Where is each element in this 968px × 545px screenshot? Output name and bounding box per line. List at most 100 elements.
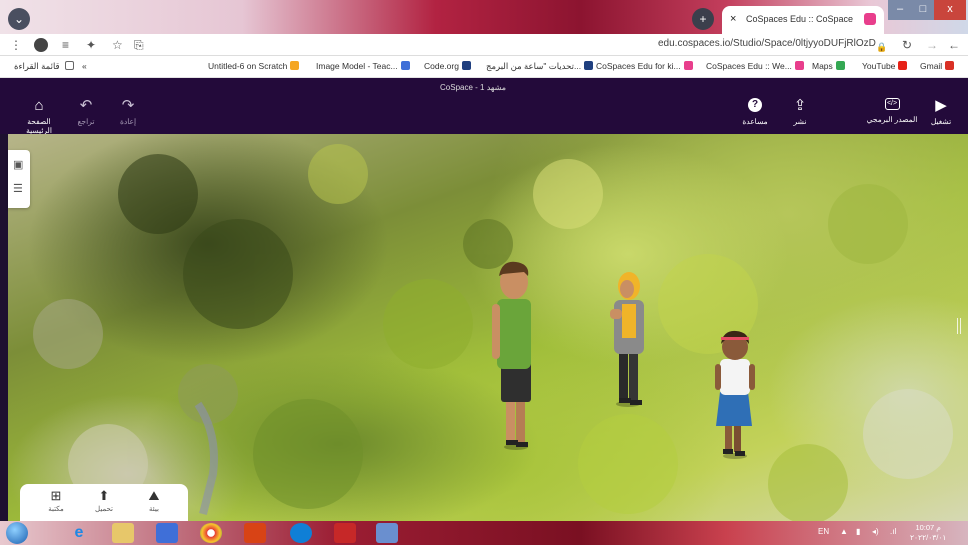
- 3d-scene-viewport[interactable]: [8, 134, 968, 521]
- reading-list-bookmark[interactable]: قائمة القراءة: [14, 61, 74, 72]
- paint-icon[interactable]: [376, 523, 398, 543]
- browser-tab-active[interactable]: × CoSpaces Edu :: CoSpace: [722, 6, 884, 34]
- reload-button[interactable]: ↻: [902, 37, 912, 53]
- reading-list-icon[interactable]: ≡: [62, 37, 69, 53]
- clock-date: ٢٠٢٢/٠٣/٠١: [910, 533, 947, 542]
- cospaces-favicon-icon: [864, 13, 876, 25]
- bookmark-item[interactable]: Untitled-6 on Scratch: [208, 61, 300, 71]
- window-controls: – □ x: [888, 0, 968, 20]
- url-field[interactable]: edu.cospaces.io/Studio/Space/0ltjyyoDUFj…: [658, 38, 876, 49]
- bookmark-item[interactable]: تحديات "ساعة من البرمج...: [486, 61, 594, 72]
- home-label: الصفحة الرئيسية: [26, 117, 52, 135]
- bookmark-item[interactable]: CoSpaces Edu :: We...: [706, 61, 804, 71]
- library-label: مكتبة: [48, 506, 64, 513]
- minimize-button[interactable]: –: [888, 0, 912, 20]
- screen: ⌄ + × CoSpaces Edu :: CoSpace – □ x ⋮ ≡ …: [0, 0, 968, 545]
- tab-search-icon[interactable]: ⌄: [8, 8, 30, 30]
- chrome-icon[interactable]: [200, 523, 222, 543]
- forward-button[interactable]: →: [926, 37, 938, 53]
- gmail-icon: [945, 61, 955, 70]
- play-icon: ▶: [935, 97, 947, 114]
- presentation-icon[interactable]: [244, 523, 266, 543]
- bookmark-star-icon[interactable]: ☆: [112, 37, 123, 53]
- share-page-icon[interactable]: ⎘: [134, 37, 144, 53]
- home-icon: ⌂: [34, 97, 44, 114]
- space-title: CoSpace - مشهد 1: [440, 83, 507, 92]
- upload-button[interactable]: ⬆ تحميل: [86, 488, 122, 513]
- language-indicator[interactable]: EN: [818, 527, 829, 536]
- maps-icon: [835, 61, 845, 70]
- media-app-icon[interactable]: [156, 523, 178, 543]
- character-boy[interactable]: [492, 261, 531, 450]
- play-button[interactable]: ▶ تشغيل: [928, 97, 954, 127]
- show-hidden-icons-icon[interactable]: ▲: [840, 527, 848, 536]
- share-label: نشر: [793, 117, 807, 126]
- bookmark-item[interactable]: Code.org: [424, 61, 471, 71]
- library-button[interactable]: ⊞ مكتبة: [38, 488, 74, 513]
- scratch-icon: [290, 61, 300, 70]
- help-button[interactable]: ? مساعدة: [738, 98, 772, 126]
- redo-button[interactable]: ↷ إعادة: [116, 97, 140, 127]
- reading-list-icon: [64, 61, 74, 70]
- help-label: مساعدة: [742, 117, 768, 126]
- volume-icon[interactable]: ◂): [872, 527, 879, 536]
- bookmark-item[interactable]: Maps: [812, 61, 845, 71]
- browser-menu-icon[interactable]: ⋮: [10, 37, 22, 53]
- redo-icon: ↷: [121, 97, 135, 114]
- environment-button[interactable]: ⛰ بيئة: [136, 488, 172, 513]
- pdf-reader-icon[interactable]: [334, 523, 356, 543]
- character-woman[interactable]: [610, 272, 644, 407]
- extensions-icon[interactable]: ✦: [86, 37, 96, 53]
- tab-title: CoSpaces Edu :: CoSpace: [746, 14, 854, 24]
- browser-title-bar: ⌄ + × CoSpaces Edu :: CoSpace – □ x: [0, 0, 968, 34]
- network-icon[interactable]: ▮: [856, 527, 860, 536]
- share-icon: ⇪: [793, 97, 807, 114]
- profile-avatar[interactable]: [34, 38, 48, 52]
- code-org-icon: [461, 61, 471, 70]
- system-clock[interactable]: 10:07 م ٢٠٢٢/٠٣/٠١: [910, 523, 946, 543]
- reading-list-label: قائمة القراءة: [14, 61, 60, 71]
- lock-icon[interactable]: 🔒: [876, 39, 887, 55]
- environment-label: بيئة: [149, 506, 159, 513]
- code-org-icon: [584, 61, 594, 70]
- upload-label: تحميل: [95, 506, 113, 513]
- play-label: تشغيل: [930, 117, 952, 126]
- redo-label: إعادة: [119, 117, 137, 126]
- upload-icon: ⬆: [98, 488, 110, 503]
- resize-handle[interactable]: [957, 318, 961, 334]
- windows-taskbar: e EN ▲ ▮ ◂) .ıl 10:07 م ٢٠٢٢/٠٣/٠١: [0, 521, 968, 545]
- code-button[interactable]: </> المصدر البرمجي: [866, 98, 918, 124]
- library-panel: ⊞ مكتبة ⬆ تحميل ⛰ بيئة: [20, 484, 188, 521]
- maximize-button[interactable]: □: [912, 0, 934, 20]
- gallery-icon[interactable]: ▣: [13, 158, 23, 171]
- undo-icon: ↶: [79, 97, 93, 114]
- object-list-icon[interactable]: ☰: [13, 182, 23, 195]
- undo-label: تراجع: [77, 117, 95, 126]
- address-bar: ⋮ ≡ ✦ ☆ ⎘ edu.cospaces.io/Studio/Space/0…: [0, 34, 968, 56]
- start-button[interactable]: [6, 522, 28, 544]
- bookmark-item[interactable]: Gmail: [920, 61, 955, 71]
- scene-artwork: [33, 144, 953, 521]
- edge-icon[interactable]: [290, 523, 312, 543]
- home-button[interactable]: ⌂ الصفحة الرئيسية: [14, 97, 64, 136]
- new-tab-button[interactable]: +: [692, 8, 714, 30]
- signal-icon[interactable]: .ıl: [890, 527, 896, 536]
- environment-icon: ⛰: [148, 488, 160, 503]
- teachable-machine-icon: [400, 61, 410, 70]
- clock-time: 10:07 م: [915, 523, 941, 532]
- close-window-button[interactable]: x: [934, 0, 966, 20]
- bookmark-item[interactable]: Image Model - Teac...: [316, 61, 410, 71]
- bookmark-item[interactable]: CoSpaces Edu for ki...: [596, 61, 693, 71]
- back-button[interactable]: ←: [948, 37, 960, 53]
- internet-explorer-icon[interactable]: e: [68, 523, 90, 543]
- tab-close-button[interactable]: ×: [730, 6, 736, 32]
- help-icon: ?: [748, 98, 762, 112]
- cospaces-icon: [683, 61, 693, 70]
- bookmarks-overflow-chevron[interactable]: «: [82, 61, 87, 71]
- bookmark-item[interactable]: YouTube: [862, 61, 908, 71]
- undo-button[interactable]: ↶ تراجع: [74, 97, 98, 127]
- library-icon: ⊞: [50, 488, 62, 503]
- cospaces-toolbar: CoSpace - مشهد 1 ⌂ الصفحة الرئيسية ↶ ترا…: [0, 78, 968, 136]
- share-button[interactable]: ⇪ نشر: [788, 97, 812, 127]
- file-explorer-icon[interactable]: [112, 523, 134, 543]
